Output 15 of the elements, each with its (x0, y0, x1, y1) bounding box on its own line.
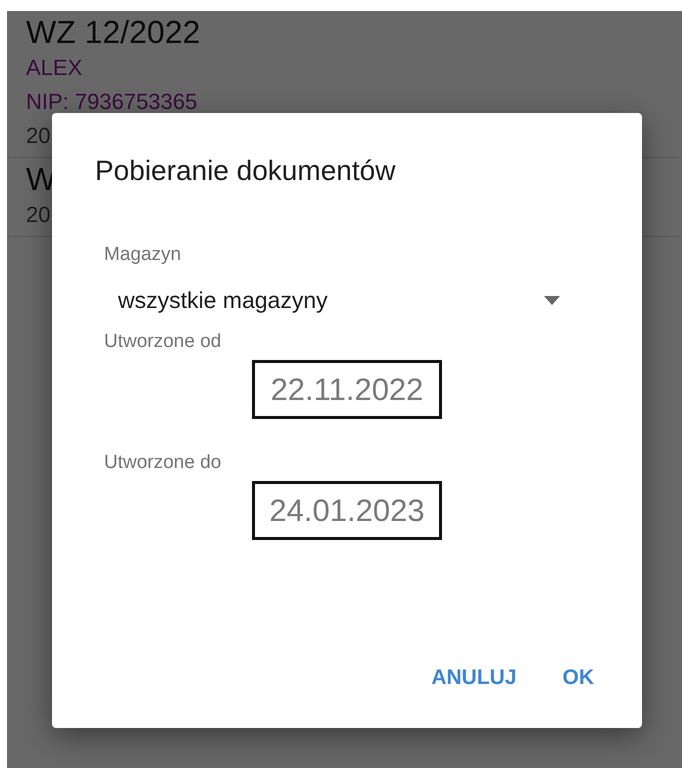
dropdown-caret-icon (544, 296, 560, 305)
document-date: 20 (26, 201, 50, 229)
document-title: WZ 12/2022 (26, 13, 200, 51)
dialog-button[interactable]: ANULUJ (419, 658, 528, 698)
field-label: Utworzone od (104, 330, 222, 354)
field-label: Utworzone do (104, 451, 222, 475)
customer-name: ALEX (26, 54, 82, 82)
tax-id: NIP: 7936753365 (26, 88, 198, 116)
date-field[interactable]: 24.01.2023 (252, 481, 442, 540)
document-date: 20 (26, 122, 50, 150)
dialog-title: Pobieranie dokumentów (95, 154, 396, 188)
field-label: Magazyn (104, 243, 182, 267)
date-field[interactable]: 22.11.2022 (252, 360, 442, 419)
warehouse-dropdown[interactable]: wszystkie magazyny (104, 281, 572, 320)
dialog-button[interactable]: OK (550, 658, 606, 698)
